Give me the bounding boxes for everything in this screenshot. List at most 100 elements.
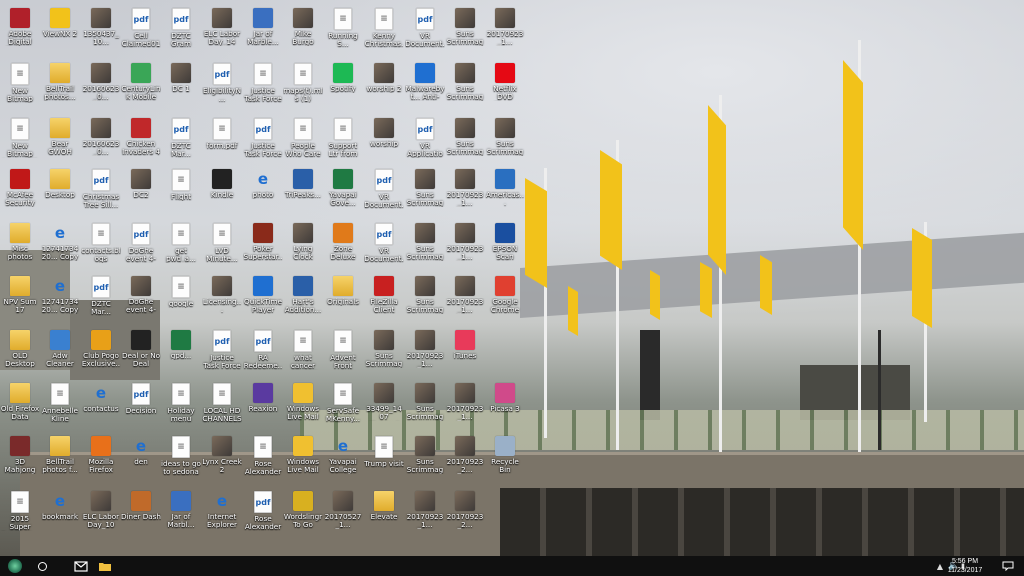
desktop-icon[interactable]: Suns Scrimmage... — [405, 378, 445, 436]
desktop-icon[interactable]: Licensing... — [202, 271, 242, 329]
desktop-icon[interactable]: Chicken Invaders 4 -... — [121, 113, 161, 171]
desktop-icon[interactable]: e bookmark — [40, 486, 80, 544]
desktop-icon[interactable]: Adw Cleaner — [40, 325, 80, 383]
desktop-icon[interactable]: Club Pogo Exclusive... — [81, 325, 121, 383]
desktop-icon[interactable]: ≡ LOCAL HD CHANNELS — [202, 378, 242, 436]
desktop-icon[interactable]: ≡ Support Ltr from Com... — [323, 113, 363, 171]
desktop-icon[interactable]: 20170923_1... — [445, 378, 485, 436]
desktop-icon[interactable]: Suns Scrimmage... — [364, 325, 404, 383]
desktop-icon[interactable]: Hart's Addition... — [283, 271, 323, 329]
desktop-icon[interactable]: 20170923_1... — [485, 3, 525, 61]
desktop-icon[interactable]: Suns Scrimmage... — [445, 113, 485, 171]
action-center-button[interactable] — [998, 556, 1018, 576]
desktop-icon[interactable]: Jar of Marbl... — [161, 486, 201, 544]
desktop-icon[interactable]: Jar of Marble... — [243, 3, 283, 61]
desktop-icon[interactable]: Recycle Bin — [485, 431, 525, 489]
desktop-icon[interactable]: e 1274173420... Copy — [40, 271, 80, 329]
desktop-icon[interactable]: 20170527_1... — [323, 486, 363, 544]
desktop-icon[interactable]: pdf Justice Task Force — [243, 113, 283, 171]
desktop-icon[interactable]: QuickTime Player — [243, 271, 283, 329]
desktop-icon[interactable]: ≡ New Bitmap Image (2) — [0, 113, 40, 171]
desktop-icon[interactable]: ≡ form.pdf — [202, 113, 242, 171]
desktop-icon[interactable]: Wordslingr To Go — [283, 486, 323, 544]
desktop-icon[interactable]: Kindle — [202, 164, 242, 222]
desktop-icon[interactable]: DC 1 — [161, 58, 201, 116]
desktop-icon[interactable]: ≡ maps(t).mls (1) — [283, 58, 323, 116]
desktop-icon[interactable]: Old Firefox Data — [0, 378, 40, 436]
desktop-icon[interactable]: e photo — [243, 164, 283, 222]
desktop-icon[interactable]: Desktop — [40, 164, 80, 222]
desktop-icon[interactable]: ≡ Advent Front — [323, 325, 363, 383]
desktop-icon[interactable]: Suns Scrimmage... — [445, 58, 485, 116]
desktop-icon[interactable]: 20160623_0... — [81, 58, 121, 116]
desktop-icon[interactable]: pdf VR Document... — [405, 3, 445, 61]
desktop-icon[interactable]: ELC Labor Day_14 — [202, 3, 242, 61]
desktop-icon[interactable]: pdf VR Document... — [364, 218, 404, 276]
desktop-icon[interactable]: 20170923_1... — [445, 271, 485, 329]
desktop-icon[interactable]: Bear GWOH — [40, 113, 80, 171]
desktop-icon[interactable]: ≡ Trump visit — [364, 431, 404, 489]
desktop-icon[interactable]: ELC Labor Day_10 — [81, 486, 121, 544]
desktop-icon[interactable]: 3D Mahjong Deluxe — [0, 431, 40, 489]
desktop-icon[interactable]: ≡ contacts.blogs — [81, 218, 121, 276]
desktop-icon[interactable]: Elevate — [364, 486, 404, 544]
desktop-icon[interactable]: ≡ Justice Task Force — [243, 58, 283, 116]
desktop-icon[interactable]: Suns Scrimmage... — [405, 271, 445, 329]
desktop-icon[interactable]: ≡ what cancer cannot do — [283, 325, 323, 383]
desktop-icon[interactable]: TriPeaks... — [283, 164, 323, 222]
desktop-icon[interactable]: ≡ get pwd_a... — [161, 218, 201, 276]
desktop-icon[interactable]: ≡ ideas to go to sedona so far — [161, 431, 201, 489]
desktop-icon[interactable]: 20170923_1... — [405, 486, 445, 544]
desktop-icon[interactable]: Suns Scrimmage... — [405, 164, 445, 222]
desktop-icon[interactable]: FileZilla Client — [364, 271, 404, 329]
desktop-icon[interactable]: Picasa 3 — [485, 378, 525, 436]
desktop-icon[interactable]: pdf Cell Claimed01 — [121, 3, 161, 61]
desktop-icon[interactable]: Windows Live Mail — [283, 378, 323, 436]
desktop-icon[interactable]: pdf Justice Task Force — [202, 325, 242, 383]
desktop-icon[interactable]: pdf Rose Alexander r... — [243, 486, 283, 544]
desktop-icon[interactable]: Suns Scrimmage... — [485, 113, 525, 171]
desktop-icon[interactable]: CenturyLink Mobile W... — [121, 58, 161, 116]
desktop-icon[interactable]: DC2 — [121, 164, 161, 222]
desktop-icon[interactable]: ≡ Rose Alexander r... — [243, 431, 283, 489]
desktop-icon[interactable]: e den — [121, 431, 161, 489]
desktop-icon[interactable]: 20170923_1... — [405, 325, 445, 383]
desktop-icon[interactable]: ≡ People Who Care — [283, 113, 323, 171]
desktop-icon[interactable]: ≡ Annebelle Kline — [40, 378, 80, 436]
desktop-icon[interactable]: 20170923_2... — [445, 431, 485, 489]
desktop-icon[interactable]: ≡ LVD Minute... — [202, 218, 242, 276]
desktop-icon[interactable]: ≡ Flight — [161, 164, 201, 222]
desktop-icon[interactable]: EPSON Scan — [485, 218, 525, 276]
desktop-icon[interactable]: ≡ New Bitmap Image — [0, 58, 40, 116]
desktop-icon[interactable]: BellTrail photos f... — [40, 431, 80, 489]
desktop-icon[interactable]: 20170923_1... — [445, 164, 485, 222]
desktop-icon[interactable]: Suns Scrimmage... — [445, 3, 485, 61]
desktop-icon[interactable]: pdf VR Application — [405, 113, 445, 171]
desktop-icon[interactable]: ≡ Holiday menu — [161, 378, 201, 436]
desktop-icon[interactable]: NPV Sum 17 — [0, 271, 40, 329]
desktop-icon[interactable]: e Yavapai College Per... — [323, 431, 363, 489]
desktop-icon[interactable]: 1350437_10... — [81, 3, 121, 61]
desktop-icon[interactable]: Poker Superstar... — [243, 218, 283, 276]
desktop-icon[interactable]: ≡ Kenny Christmas... — [364, 3, 404, 61]
desktop-icon[interactable]: Deal or No Deal — [121, 325, 161, 383]
desktop-icon[interactable]: OLD Desktop — [0, 325, 40, 383]
desktop-icon[interactable]: Malwarebyt... Anti-Malware — [405, 58, 445, 116]
desktop-icon[interactable]: ≡ ServSafe MKenny... — [323, 378, 363, 436]
desktop-icon[interactable]: 33499_1407 Shortcut — [364, 378, 404, 436]
desktop-icon[interactable]: Spotify — [323, 58, 363, 116]
desktop-icon[interactable]: Lynx Creek 2 — [202, 431, 242, 489]
desktop-icon[interactable]: pdf Christmas Tree Sill... — [81, 164, 121, 222]
desktop-icon[interactable]: McAfee Security Sc... — [0, 164, 40, 222]
desktop-icon[interactable]: Originals — [323, 271, 363, 329]
desktop-icon[interactable]: Windows Live Mail — [283, 431, 323, 489]
desktop-icon[interactable]: Mozilla Firefox — [81, 431, 121, 489]
desktop-icon[interactable]: BellTrail photos... — [40, 58, 80, 116]
desktop-icon[interactable]: ≡ google — [161, 271, 201, 329]
desktop-icon[interactable]: pdf VR Document... — [364, 164, 404, 222]
desktop-icon[interactable]: ≡ 2015 Super Bowl LCI... — [0, 486, 40, 544]
desktop-icon[interactable]: pdf RA Redeeme... — [243, 325, 283, 383]
desktop-icon[interactable]: 20170923_2... — [445, 486, 485, 544]
search-button[interactable] — [30, 556, 54, 576]
desktop-icon[interactable]: worship — [364, 113, 404, 171]
